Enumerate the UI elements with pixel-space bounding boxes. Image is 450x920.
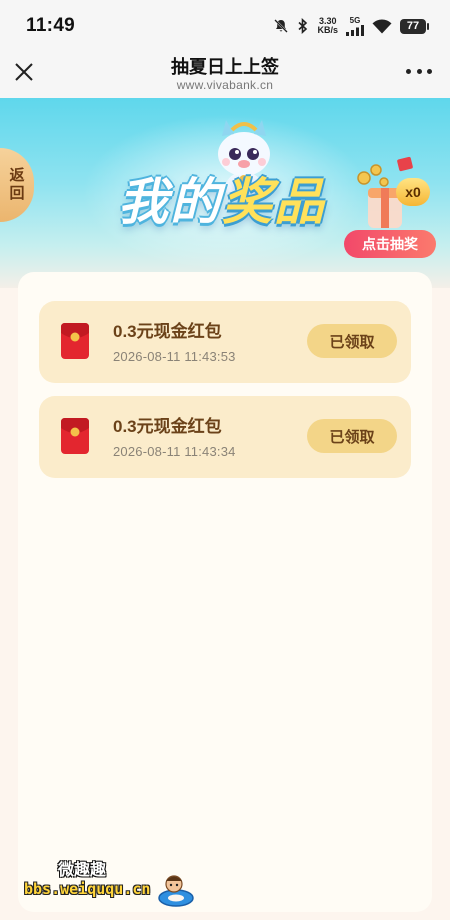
watermark-url: bbs.weiququ.cn <box>24 880 151 898</box>
prize-card: 0.3元现金红包 2026-08-11 11:43:53 已领取 <box>39 301 411 383</box>
claimed-button[interactable]: 已领取 <box>307 324 397 358</box>
watermark-name: 微趣趣 <box>58 862 107 879</box>
draw-lottery-button[interactable]: 点击抽奖 <box>344 230 436 258</box>
hero-title: 我的奖品 <box>118 172 326 232</box>
prize-time: 2026-08-11 11:43:53 <box>113 349 236 364</box>
prize-list-panel: 0.3元现金红包 2026-08-11 11:43:53 已领取 0.3元现金红… <box>18 272 432 912</box>
prize-time: 2026-08-11 11:43:34 <box>113 444 236 459</box>
status-bar: 11:49 3.30 KB/s 5G 77 <box>0 0 450 52</box>
more-options-icon[interactable] <box>406 64 432 78</box>
hero-title-part2: 奖品 <box>222 174 326 230</box>
prize-count-badge: x0 <box>396 178 430 206</box>
back-button[interactable]: 返 回 <box>0 148 34 222</box>
red-envelope-icon <box>61 418 89 454</box>
status-time: 11:49 <box>26 15 76 36</box>
cell-signal-icon <box>346 24 364 36</box>
nav-bar: 抽夏日上上签 www.vivabank.cn <box>0 52 450 98</box>
red-envelope-icon <box>61 323 89 359</box>
prize-name: 0.3元现金红包 <box>113 417 222 436</box>
site-watermark: 微趣趣 bbs.weiququ.cn <box>10 852 210 912</box>
prize-name: 0.3元现金红包 <box>113 322 222 341</box>
swimmer-mascot-icon <box>158 875 194 907</box>
hero-banner: 返 回 我的奖品 x0 点击抽奖 <box>0 98 450 288</box>
prize-card: 0.3元现金红包 2026-08-11 11:43:34 已领取 <box>39 396 411 478</box>
bluetooth-icon <box>298 18 308 34</box>
signal-group: 5G <box>346 15 364 36</box>
page-url: www.vivabank.cn <box>176 78 274 92</box>
back-label-1: 返 <box>9 167 25 184</box>
page-title: 抽夏日上上签 <box>171 57 279 77</box>
wifi-icon <box>372 18 392 33</box>
speed-unit: KB/s <box>317 25 338 35</box>
back-label-2: 回 <box>9 185 25 202</box>
hero-title-part1: 我的 <box>118 174 222 230</box>
claimed-button[interactable]: 已领取 <box>307 419 397 453</box>
battery-level: 77 <box>406 20 420 32</box>
mute-bell-icon <box>274 19 289 33</box>
battery-icon: 77 <box>400 18 429 34</box>
signal-label: 5G <box>349 15 361 25</box>
status-icons: 3.30 KB/s 5G 77 <box>273 15 429 36</box>
network-speed: 3.30 KB/s <box>317 17 338 35</box>
